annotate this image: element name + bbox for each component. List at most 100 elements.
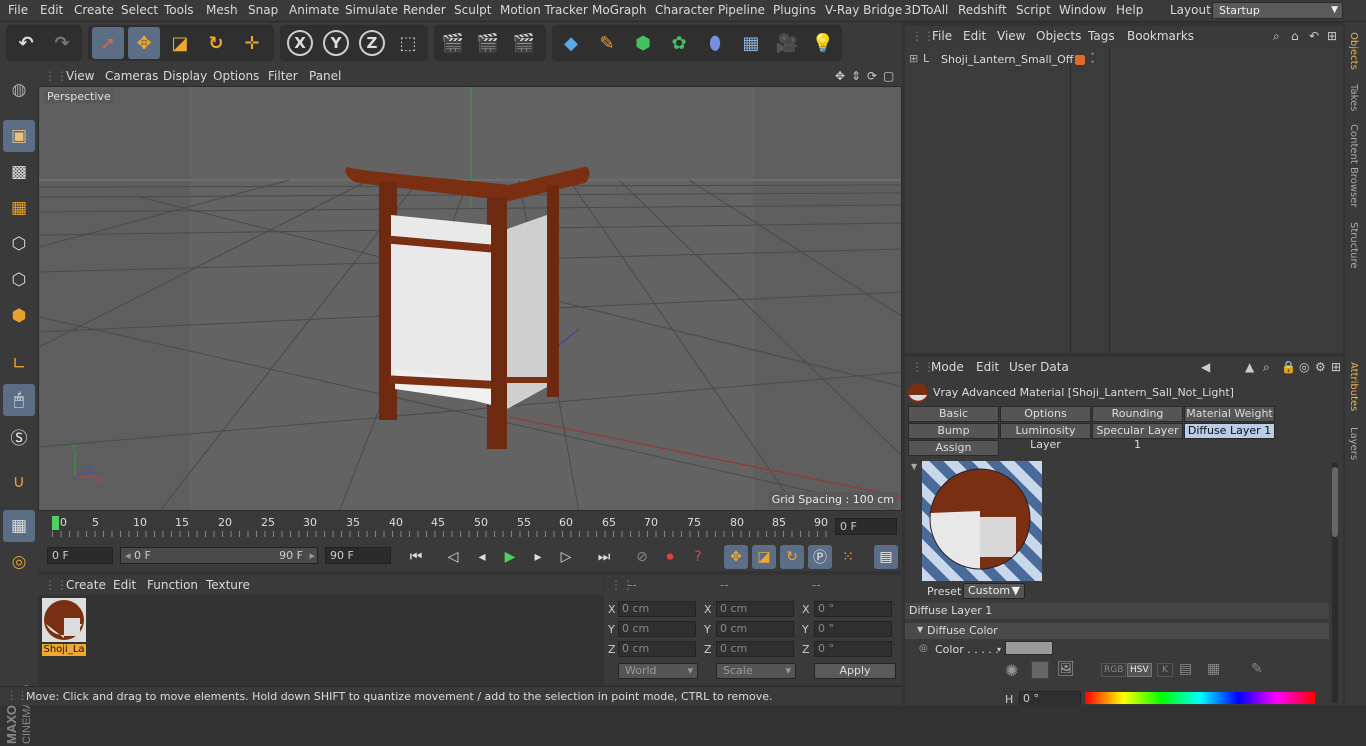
lock-icon[interactable]: 🔒 (1281, 360, 1296, 374)
material-menu-texture[interactable]: Texture (206, 578, 250, 592)
quantize-button[interactable]: ◎ (3, 546, 35, 578)
viewport-menu-options[interactable]: Options (213, 69, 259, 83)
record-keys-button[interactable]: ⊘ (630, 545, 654, 569)
menu-sculpt[interactable]: Sculpt (454, 3, 491, 17)
object-menu-file[interactable]: File (932, 29, 952, 43)
menu-character[interactable]: Character (655, 3, 714, 17)
perspective-viewport[interactable]: Y X Z Perspective Grid Spacing : 100 cm (38, 86, 902, 511)
undo-button[interactable]: ↶ (10, 27, 42, 59)
render-picture-viewer-button[interactable]: 🎬 (472, 27, 504, 59)
position-y-field[interactable]: 0 cm (618, 621, 696, 637)
workplane-snap-button[interactable]: ▦ (3, 510, 35, 542)
material-preview[interactable] (922, 461, 1042, 581)
menu-plugins[interactable]: Plugins (773, 3, 816, 17)
tab-luminosity-layer[interactable]: Luminosity Layer (1000, 423, 1091, 451)
cloner-button[interactable]: ✿ (663, 27, 695, 59)
next-key-button[interactable]: ▷ (554, 545, 578, 569)
home-icon[interactable]: ⌂ (1291, 29, 1299, 43)
menu-motion-tracker[interactable]: Motion Tracker (500, 3, 588, 17)
points-mode-button[interactable]: ⬡ (3, 228, 35, 260)
animation-dot-icon[interactable]: ◎ (919, 643, 928, 654)
object-menu-objects[interactable]: Objects (1036, 29, 1081, 43)
timeline-ruler[interactable]: 0 5 10 15 20 25 30 35 40 45 50 55 60 65 … (38, 511, 902, 541)
search-icon[interactable]: ⌕ (1273, 29, 1280, 44)
dock-tab-takes[interactable]: Takes (1348, 84, 1359, 111)
end-frame-field[interactable]: 90 F (325, 547, 391, 564)
object-menu-tags[interactable]: Tags (1088, 29, 1115, 43)
key-parameter-button[interactable]: Ⓟ (808, 545, 832, 569)
make-editable-button[interactable]: ◍ (3, 74, 35, 106)
deformer-button[interactable]: ⬮ (699, 27, 731, 59)
menu-file[interactable]: File (8, 3, 28, 17)
material-menu-edit[interactable]: Edit (113, 578, 136, 592)
x-axis-lock-button[interactable]: X (284, 27, 316, 59)
eyedropper-icon[interactable]: ✎ (1251, 661, 1263, 677)
key-scale-button[interactable]: ◪ (752, 545, 776, 569)
tab-bump[interactable]: Bump (908, 423, 999, 439)
attribute-menu-edit[interactable]: Edit (976, 360, 999, 374)
rotate-tool-button[interactable]: ↻ (200, 27, 232, 59)
polygons-mode-button[interactable]: ⬢ (3, 300, 35, 332)
material-swatch[interactable]: Shoji_La (42, 598, 86, 656)
hsv-mode-button[interactable]: HSV (1127, 663, 1152, 677)
menu-select[interactable]: Select (121, 3, 158, 17)
coordinate-space-select[interactable]: World ▾ (618, 663, 698, 679)
snap-button[interactable]: ∪ (3, 466, 35, 498)
size-x-field[interactable]: 0 cm (716, 601, 794, 617)
menu-snap[interactable]: Snap (248, 3, 278, 17)
object-row[interactable]: ⊞ L Shoji_Lantern_Small_Off (907, 51, 1073, 69)
light-button[interactable]: 💡 (807, 27, 839, 59)
attribute-menu-mode[interactable]: Mode (931, 360, 964, 374)
swatches-icon[interactable]: ▦ (1207, 661, 1220, 677)
target-icon[interactable]: ◎ (1299, 360, 1309, 374)
menu-vray-bridge[interactable]: V-Ray Bridge (825, 3, 902, 17)
preset-select[interactable]: Custom ▼ (963, 583, 1025, 599)
move-tool-button[interactable]: ✥ (128, 27, 160, 59)
position-x-field[interactable]: 0 cm (618, 601, 696, 617)
floor-button[interactable]: ▦ (735, 27, 767, 59)
hue-field[interactable]: 0 ° (1019, 691, 1081, 705)
render-view-button[interactable]: 🎬 (437, 27, 469, 59)
menu-pipeline[interactable]: Pipeline (718, 3, 765, 17)
pen-spline-button[interactable]: ✎ (591, 27, 623, 59)
model-mode-button[interactable]: ▣ (3, 120, 35, 152)
material-menu-function[interactable]: Function (147, 578, 198, 592)
scrollbar-thumb[interactable] (1332, 467, 1338, 537)
rotation-p-field[interactable]: 0 ° (814, 621, 892, 637)
rotate-view-icon[interactable]: ⟳ (867, 69, 877, 83)
viewport-menu-filter[interactable]: Filter (268, 69, 298, 83)
start-frame-field[interactable]: 0 F (47, 547, 113, 564)
menu-tools[interactable]: Tools (164, 3, 194, 17)
kelvin-mode-button[interactable]: K (1157, 663, 1173, 677)
image-icon[interactable]: 🖼 (1057, 661, 1075, 677)
layer-color-swatch[interactable] (1075, 55, 1085, 65)
rotation-h-field[interactable]: 0 ° (814, 601, 892, 617)
apply-button[interactable]: Apply (814, 663, 896, 679)
menu-animate[interactable]: Animate (289, 3, 339, 17)
current-frame-field[interactable]: 0 F (835, 518, 897, 535)
menu-render[interactable]: Render (403, 3, 446, 17)
rotation-b-field[interactable]: 0 ° (814, 641, 892, 657)
tab-material-weight[interactable]: Material Weight (1184, 406, 1275, 422)
solo-button[interactable]: Ⓢ (3, 420, 35, 452)
dock-tab-attributes[interactable]: Attributes (1348, 362, 1359, 411)
hue-slider[interactable] (1085, 692, 1315, 704)
menu-create[interactable]: Create (74, 3, 114, 17)
tweak-mode-button[interactable]: 🖱 (3, 384, 35, 416)
new-window-icon[interactable]: ⊞ (1327, 29, 1337, 43)
scale-tool-button[interactable]: ◪ (164, 27, 196, 59)
z-axis-lock-button[interactable]: Z (356, 27, 388, 59)
search-icon[interactable]: ⌕ (1263, 360, 1270, 375)
dock-tab-objects[interactable]: Objects (1348, 32, 1359, 70)
menu-script[interactable]: Script (1016, 3, 1051, 17)
attribute-menu-user-data[interactable]: User Data (1009, 360, 1069, 374)
subdivision-button[interactable]: ⬢ (627, 27, 659, 59)
key-rotation-button[interactable]: ↻ (780, 545, 804, 569)
tab-basic[interactable]: Basic (908, 406, 999, 422)
dock-tab-content-browser[interactable]: Content Browser (1348, 124, 1359, 207)
object-menu-view[interactable]: View (997, 29, 1025, 43)
frame-range-slider[interactable]: ◂ 0 F 90 F ▸ (120, 547, 318, 564)
maximize-view-icon[interactable]: ▢ (883, 69, 894, 83)
back-arrow-icon[interactable]: ◀ (1201, 360, 1210, 374)
dock-tab-layers[interactable]: Layers (1348, 427, 1359, 460)
